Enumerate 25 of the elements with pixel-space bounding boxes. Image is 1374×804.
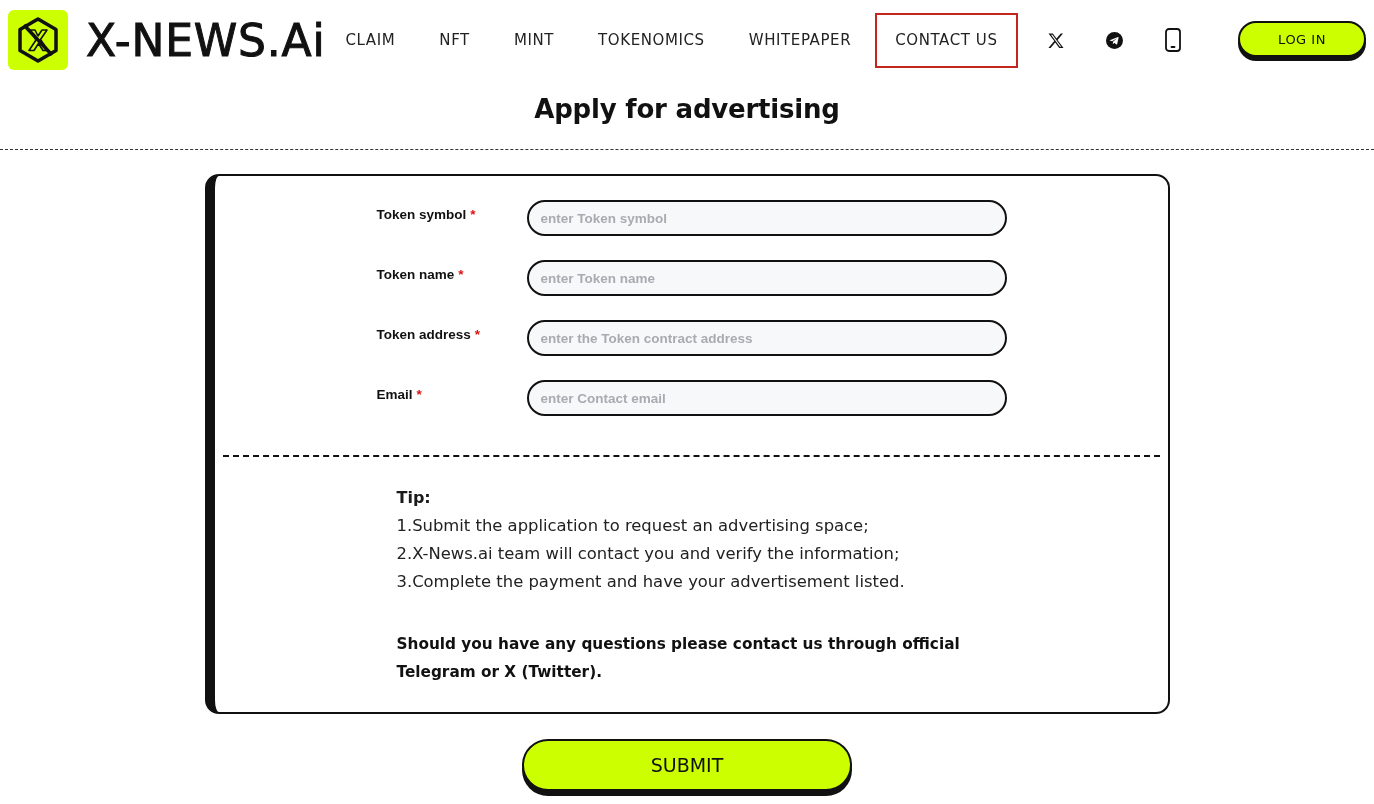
x-logo-icon[interactable] xyxy=(1047,32,1064,48)
field-label: Token name * xyxy=(376,267,465,284)
tip-heading: Tip: xyxy=(396,487,431,509)
telegram-icon[interactable] xyxy=(1105,31,1123,49)
field-label: Token address * xyxy=(376,327,482,344)
input-field[interactable]: enter Token symbol xyxy=(526,200,1007,236)
input-field[interactable]: enter Token name xyxy=(526,260,1007,296)
nav-link[interactable]: NFT xyxy=(419,12,490,68)
nav-link[interactable]: CLAIM xyxy=(325,12,416,68)
logo-text: X-NEWS.Ai xyxy=(86,14,326,66)
nav-link[interactable]: WHITEPAPER xyxy=(728,12,872,68)
input-field[interactable]: enter Contact email xyxy=(526,380,1007,416)
nav-link[interactable]: TOKENOMICS xyxy=(578,12,725,68)
field-label: Token symbol * xyxy=(376,207,477,224)
nav-link[interactable]: MINT xyxy=(493,12,575,68)
page-title: Apply for advertising xyxy=(534,94,840,124)
phone-icon[interactable] xyxy=(1164,28,1181,52)
field-label: Email * xyxy=(376,387,423,404)
nav-link[interactable]: CONTACT US xyxy=(875,12,1018,68)
tip-text: 3.Complete the payment and have your advertisement listed. xyxy=(396,571,905,593)
input-field[interactable]: enter the Token contract address xyxy=(526,320,1007,356)
tip-text: 1.Submit the application to request an advertising space; xyxy=(396,515,869,537)
contact-note: Should you have any questions please contact us through official Telegram or X (Twitter). xyxy=(396,634,961,683)
logo-icon xyxy=(8,10,68,70)
tip-text: 2.X-News.ai team will contact you and verify the information; xyxy=(396,543,900,565)
